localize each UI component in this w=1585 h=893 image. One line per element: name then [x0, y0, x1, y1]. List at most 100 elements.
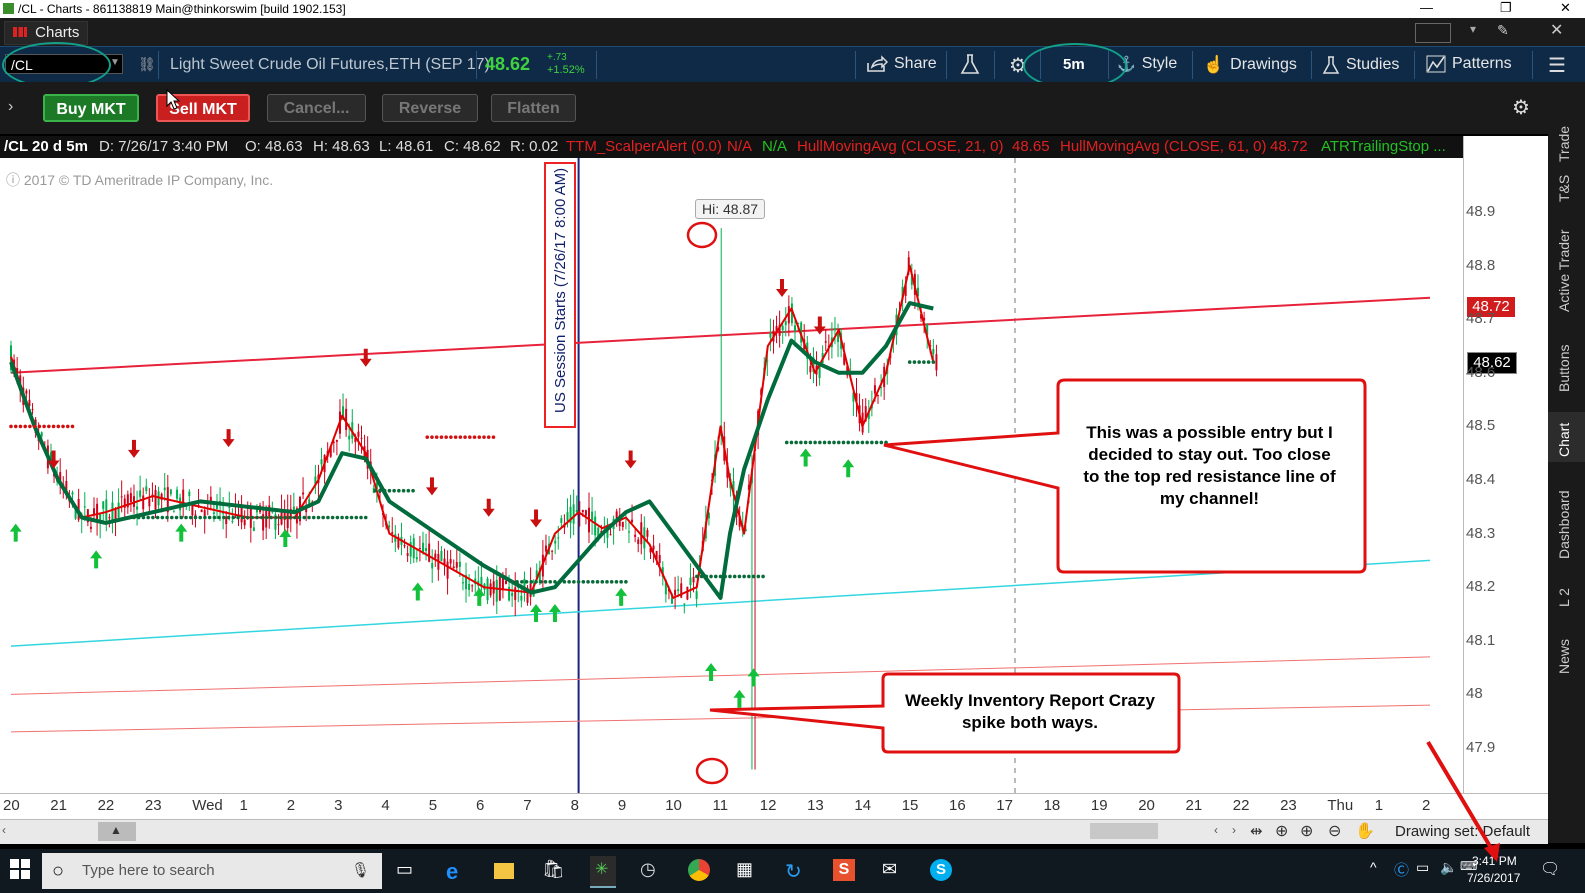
candle-body: [627, 531, 630, 533]
atr-stop-dot: [311, 515, 316, 520]
flask-icon[interactable]: [960, 53, 980, 80]
file-explorer-icon[interactable]: [494, 863, 514, 879]
zoom-out-icon[interactable]: ⊖: [1328, 821, 1341, 841]
candle-body: [504, 580, 507, 585]
scrollbar-thumb[interactable]: [1090, 823, 1158, 839]
atr-stop-dot: [784, 440, 789, 445]
windows-start-icon[interactable]: [10, 859, 34, 883]
thinkorswim-icon[interactable]: ✳: [590, 856, 616, 888]
time-tick-label: 23: [144, 797, 162, 814]
candle-body: [584, 510, 587, 516]
atr-stop-dot: [728, 574, 732, 579]
network-icon[interactable]: ▭: [1416, 859, 1440, 883]
time-tick-label: 6: [476, 797, 485, 814]
sidebar-tab-chart[interactable]: Chart: [1548, 412, 1585, 462]
study-na-red: N/A: [727, 138, 753, 155]
atr-stop-dot: [846, 440, 851, 445]
atr-stop-dot: [217, 515, 221, 520]
atr-stop-dot: [160, 515, 165, 520]
mail-icon[interactable]: ✉: [882, 859, 906, 883]
cancel-button[interactable]: Cancel...: [267, 94, 366, 122]
scroll-left-arrow-icon[interactable]: ‹: [1214, 823, 1218, 837]
atr-stop-dot: [56, 424, 61, 429]
candle-body: [809, 366, 812, 373]
expand-chevron-icon[interactable]: ›: [8, 98, 13, 116]
scalper-down-arrow: [222, 429, 235, 448]
atr-stop-dot: [132, 515, 136, 520]
buy-market-button[interactable]: Buy MKT: [43, 94, 139, 122]
notifications-icon[interactable]: 🗨: [1540, 859, 1564, 883]
close-button[interactable]: ✕: [1560, 0, 1571, 16]
atr-stop-dot: [13, 424, 18, 429]
menu-icon[interactable]: ☰: [1548, 53, 1566, 78]
candle-body: [873, 385, 876, 394]
refresh-app-icon[interactable]: ↻: [785, 859, 809, 883]
candle-body: [71, 492, 74, 495]
drawing-set-label[interactable]: Drawing set: Default: [1395, 823, 1530, 840]
scroll-left-icon[interactable]: ‹: [2, 823, 6, 837]
share-button[interactable]: Share: [866, 55, 937, 73]
expand-panel-button[interactable]: ▲: [98, 822, 136, 841]
pan-hand-icon[interactable]: ✋: [1355, 821, 1375, 841]
clock-date[interactable]: 7/26/2017: [1467, 871, 1520, 885]
atr-stop-dot: [761, 574, 765, 579]
atr-stop-dot: [737, 574, 742, 579]
link-icon[interactable]: ⛓: [138, 56, 156, 73]
minimize-button[interactable]: —: [1420, 0, 1433, 15]
price-chart[interactable]: ⓘ 2017 © TD Ameritrade IP Company, Inc. …: [0, 158, 1463, 793]
time-axis[interactable]: 20 21 22 23 Wed 1 2 3 4 5 6 7 8 9 10 11 12 13 14 15 16 17 18 19…: [0, 793, 1548, 820]
tab-row: Charts ▾ ✎ ✕: [0, 18, 1585, 46]
bar-low: L: 48.61: [379, 138, 434, 155]
scalper-up-arrow: [733, 689, 746, 708]
chart-symbol-period: /CL 20 d 5m: [4, 138, 88, 155]
candle-body: [243, 519, 246, 526]
candle-body: [452, 566, 455, 569]
reverse-button[interactable]: Reverse: [382, 94, 478, 122]
atr-stop-dot: [170, 515, 174, 520]
task-view-icon[interactable]: ▭: [396, 859, 420, 883]
time-tick-label: Thu: [1327, 797, 1354, 814]
layout-box[interactable]: [1415, 23, 1451, 43]
atr-stop-dot: [47, 424, 51, 429]
chrome-icon[interactable]: [688, 859, 710, 881]
fit-icon[interactable]: ⇹: [1250, 822, 1263, 840]
patterns-button[interactable]: Patterns: [1426, 55, 1512, 73]
atr-stop-dot: [600, 580, 605, 584]
store-icon[interactable]: 🛍: [542, 859, 566, 883]
tray-app-icon[interactable]: Ⓒ: [1394, 859, 1418, 883]
price-axis[interactable]: 48.72 48.62 48.9 48.8 48.7 48.6 48.5 48.4 48.3…: [1463, 136, 1549, 793]
candle-body: [169, 489, 172, 495]
zoom-in-icon[interactable]: ⊕: [1300, 821, 1313, 841]
atr-stop-dot: [212, 515, 217, 520]
taskbar-search-box[interactable]: ○ Type here to search 🎙: [42, 853, 382, 889]
drawings-button[interactable]: ☝ Drawings: [1203, 55, 1297, 75]
atr-stop-dot: [222, 515, 226, 520]
candle-body: [240, 506, 243, 523]
atr-stop-dot: [548, 580, 553, 584]
skype-icon[interactable]: S: [930, 859, 952, 881]
close-tab-icon[interactable]: ✕: [1550, 20, 1563, 40]
candle-body: [425, 548, 428, 552]
edge-browser-icon[interactable]: e: [446, 859, 470, 884]
atr-stop-dot: [321, 515, 325, 520]
microphone-icon[interactable]: 🎙: [351, 853, 370, 889]
flatten-button[interactable]: Flatten: [491, 94, 576, 122]
maximize-button[interactable]: ❐: [1500, 0, 1512, 16]
symbol-dropdown-icon[interactable]: ▼: [110, 57, 120, 68]
candle-body: [471, 585, 474, 587]
atr-stop-dot: [756, 574, 761, 579]
crosshair-icon[interactable]: ⊕: [1275, 821, 1288, 841]
calculator-icon[interactable]: ▦: [736, 859, 760, 883]
session-label: US Session Starts (7/26/17 8:00 AM): [552, 167, 569, 413]
layout-dropdown-icon[interactable]: ▾: [1470, 22, 1476, 36]
tray-expand-icon[interactable]: ^: [1370, 859, 1394, 883]
candle-body: [781, 325, 784, 331]
clock-app-icon[interactable]: ◷: [640, 859, 664, 883]
clock-time[interactable]: 3:41 PM: [1472, 854, 1517, 868]
studies-button[interactable]: Studies: [1322, 55, 1399, 75]
pin-icon[interactable]: ✎: [1497, 22, 1509, 39]
snagit-icon[interactable]: S: [833, 859, 855, 881]
chart-settings-gear-icon[interactable]: ⚙: [1512, 95, 1530, 120]
candle-body: [581, 509, 584, 513]
scroll-right-arrow-icon[interactable]: ›: [1232, 823, 1236, 837]
